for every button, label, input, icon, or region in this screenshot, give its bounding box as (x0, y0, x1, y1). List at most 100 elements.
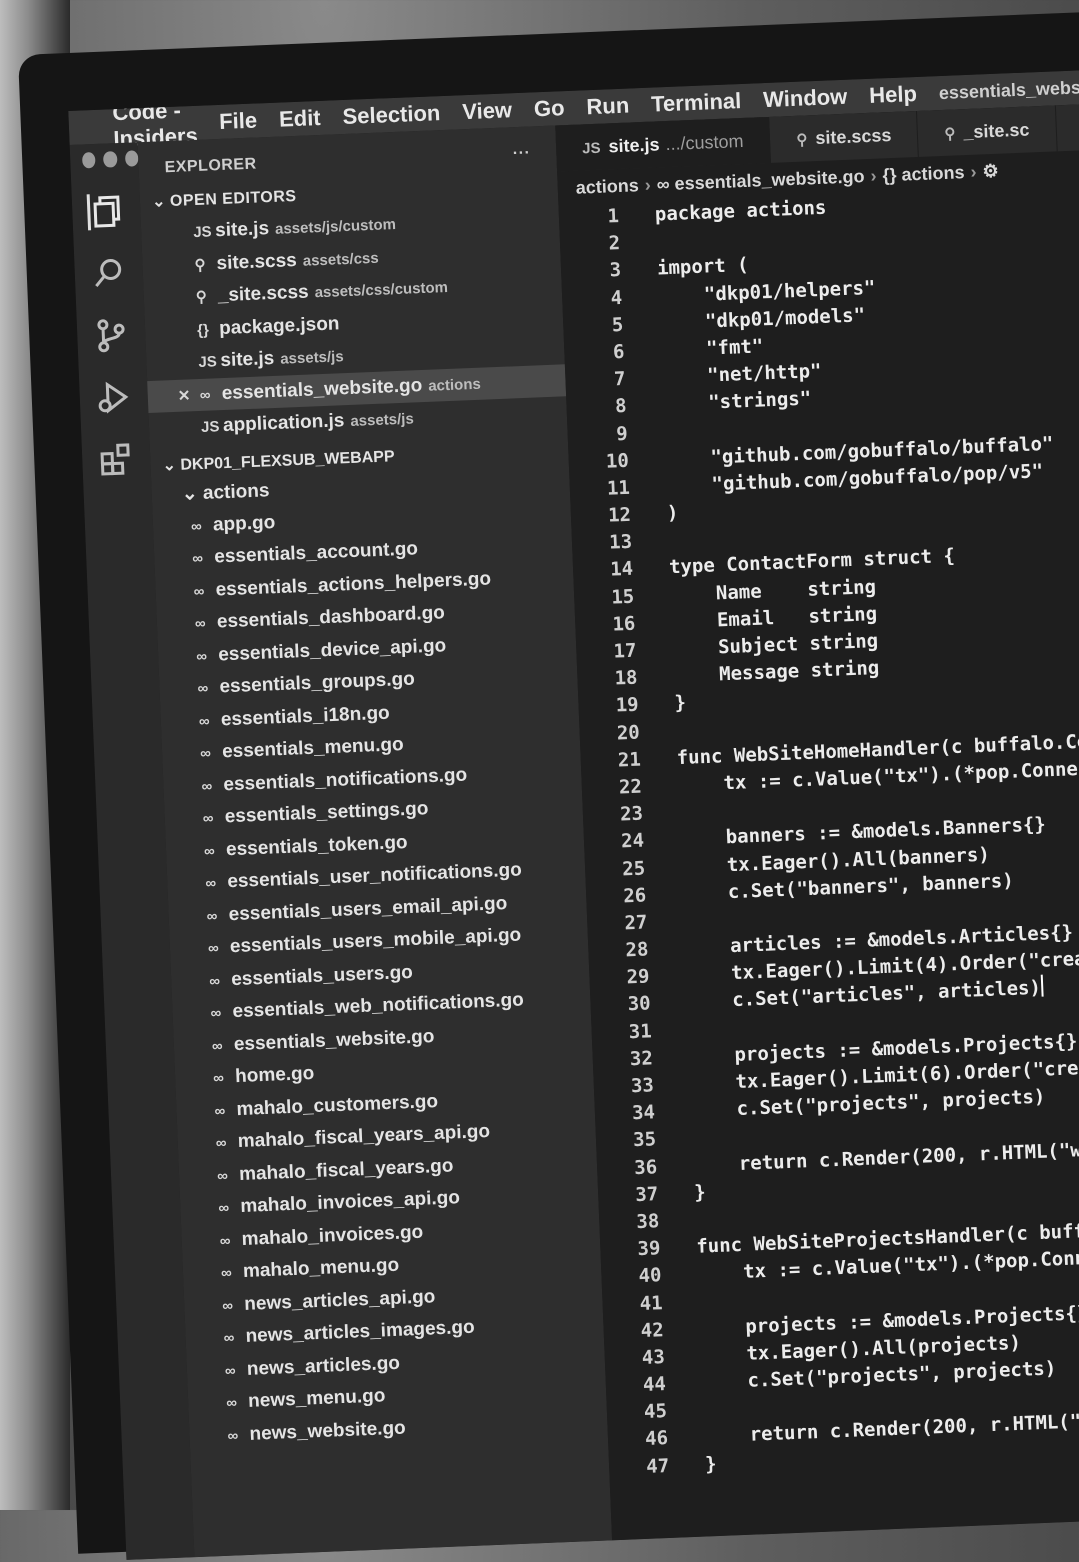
code-text: "fmt" (659, 335, 764, 362)
menu-edit[interactable]: Edit (279, 105, 322, 133)
file-name: news_menu.go (247, 1385, 386, 1412)
js-file-icon: JS (198, 353, 218, 371)
code-text: } (693, 1181, 707, 1204)
go-file-icon: ∞ (227, 1426, 239, 1445)
settings-icon: ⚙ (982, 160, 999, 182)
open-editor-name: application.js (222, 410, 345, 437)
line-number: 40 (638, 1264, 662, 1288)
file-name: mahalo_menu.go (242, 1254, 400, 1282)
close-icon[interactable]: ✕ (177, 379, 200, 412)
run-debug-icon[interactable] (95, 379, 132, 416)
scss-file-icon: ⚲ (195, 288, 208, 307)
line-number: 41 (639, 1291, 664, 1315)
screen: Code - Insiders File Edit Selection View… (68, 69, 1079, 1560)
open-editor-path (345, 316, 346, 333)
line-number: 19 (615, 694, 640, 717)
maximize-window-button[interactable] (124, 150, 139, 167)
line-number: 8 (614, 395, 628, 418)
code-editor[interactable]: 1 package actions 2 3 import (4 "dkp01/helpe… (558, 183, 1079, 1482)
line-number: 16 (611, 612, 636, 636)
go-file-icon: ∞ (656, 173, 675, 195)
file-name: home.go (234, 1062, 315, 1088)
tab-site-scss[interactable]: ⚲ site.scss (769, 110, 920, 163)
close-window-button[interactable] (81, 151, 96, 169)
scss-file-icon: ⚲ (944, 125, 956, 143)
line-number: 14 (609, 558, 634, 582)
menu-terminal[interactable]: Terminal (651, 88, 742, 118)
text-cursor (1040, 975, 1044, 998)
line-number: 1 (607, 205, 620, 228)
go-file-icon: ∞ (199, 386, 211, 404)
minimize-window-button[interactable] (103, 151, 118, 168)
file-name: essentials_account.go (213, 538, 419, 568)
file-name: essentials_website.go (233, 1025, 435, 1055)
file-name: essentials_i18n.go (220, 702, 391, 730)
open-editor-name: site.js (220, 347, 275, 372)
explorer-title: EXPLORER (164, 155, 257, 177)
open-editor-name: essentials_website.go (221, 374, 423, 404)
file-name: essentials_web_notifications.go (232, 989, 525, 1023)
menu-selection[interactable]: Selection (342, 100, 441, 130)
go-file-icon: ∞ (212, 1069, 225, 1087)
file-name: news_articles_images.go (245, 1316, 476, 1347)
menu-help[interactable]: Help (869, 81, 918, 109)
line-number: 3 (609, 259, 622, 282)
explorer-icon[interactable] (86, 192, 127, 231)
file-name: mahalo_customers.go (236, 1090, 439, 1120)
line-number: 10 (605, 449, 630, 473)
line-number: 12 (607, 503, 632, 527)
search-icon[interactable] (90, 255, 127, 292)
breadcrumb-symbol[interactable]: actions (901, 162, 965, 185)
file-name: essentials_token.go (225, 831, 408, 860)
go-file-icon: ∞ (195, 647, 208, 665)
source-control-icon[interactable] (93, 317, 130, 354)
line-number: 24 (620, 829, 645, 853)
line-number: 39 (637, 1237, 661, 1261)
go-file-icon: ∞ (203, 842, 216, 860)
go-file-icon: ∞ (197, 679, 209, 698)
code-text: import ( (656, 254, 749, 280)
line-number: 31 (628, 1019, 653, 1043)
monitor-frame: Code - Insiders File Edit Selection View… (18, 10, 1079, 1560)
chevron-down-icon: ⌄ (162, 456, 181, 475)
package-icon: {} (882, 164, 902, 186)
go-file-icon: ∞ (198, 712, 210, 730)
line-number: 23 (619, 802, 644, 826)
more-actions-button[interactable]: ··· (513, 145, 531, 164)
line-number: 7 (613, 368, 626, 391)
go-file-icon: ∞ (207, 939, 220, 958)
tab-underscore-site-scss[interactable]: ⚲ _site.sc (917, 105, 1058, 157)
window-controls (70, 142, 139, 169)
json-file-icon: {} (196, 321, 210, 339)
menu-file[interactable]: File (219, 107, 258, 135)
go-file-icon: ∞ (192, 549, 204, 568)
line-number: 28 (625, 938, 649, 962)
extensions-icon[interactable] (98, 441, 135, 478)
breadcrumb-folder[interactable]: actions (575, 175, 639, 198)
go-file-icon: ∞ (194, 614, 207, 633)
open-editor-path: assets/js (279, 348, 344, 368)
breadcrumb-file[interactable]: essentials_website.go (674, 166, 865, 194)
go-file-icon: ∞ (202, 809, 214, 828)
menu-go[interactable]: Go (533, 95, 565, 122)
file-name: mahalo_invoices_api.go (239, 1187, 461, 1217)
file-name: essentials_device_api.go (217, 634, 447, 665)
line-number: 22 (618, 775, 643, 799)
line-number: 45 (643, 1400, 668, 1424)
menu-view[interactable]: View (462, 97, 513, 125)
file-name: news_website.go (249, 1417, 407, 1445)
line-number: 44 (642, 1373, 667, 1397)
menu-run[interactable]: Run (586, 93, 630, 121)
line-number: 15 (610, 585, 635, 609)
go-file-icon: ∞ (223, 1329, 235, 1347)
file-name: mahalo_fiscal_years.go (238, 1154, 454, 1185)
file-name: essentials_user_notifications.go (226, 859, 523, 893)
menu-window[interactable]: Window (763, 84, 848, 113)
line-number: 18 (614, 666, 638, 690)
line-number: 34 (631, 1101, 656, 1125)
open-editor-name: package.json (218, 312, 340, 339)
open-editor-path: assets/css (302, 249, 379, 270)
js-file-icon: JS (200, 418, 220, 436)
chevron-right-icon: › (870, 165, 877, 186)
file-name: essentials_actions_helpers.go (215, 567, 492, 600)
